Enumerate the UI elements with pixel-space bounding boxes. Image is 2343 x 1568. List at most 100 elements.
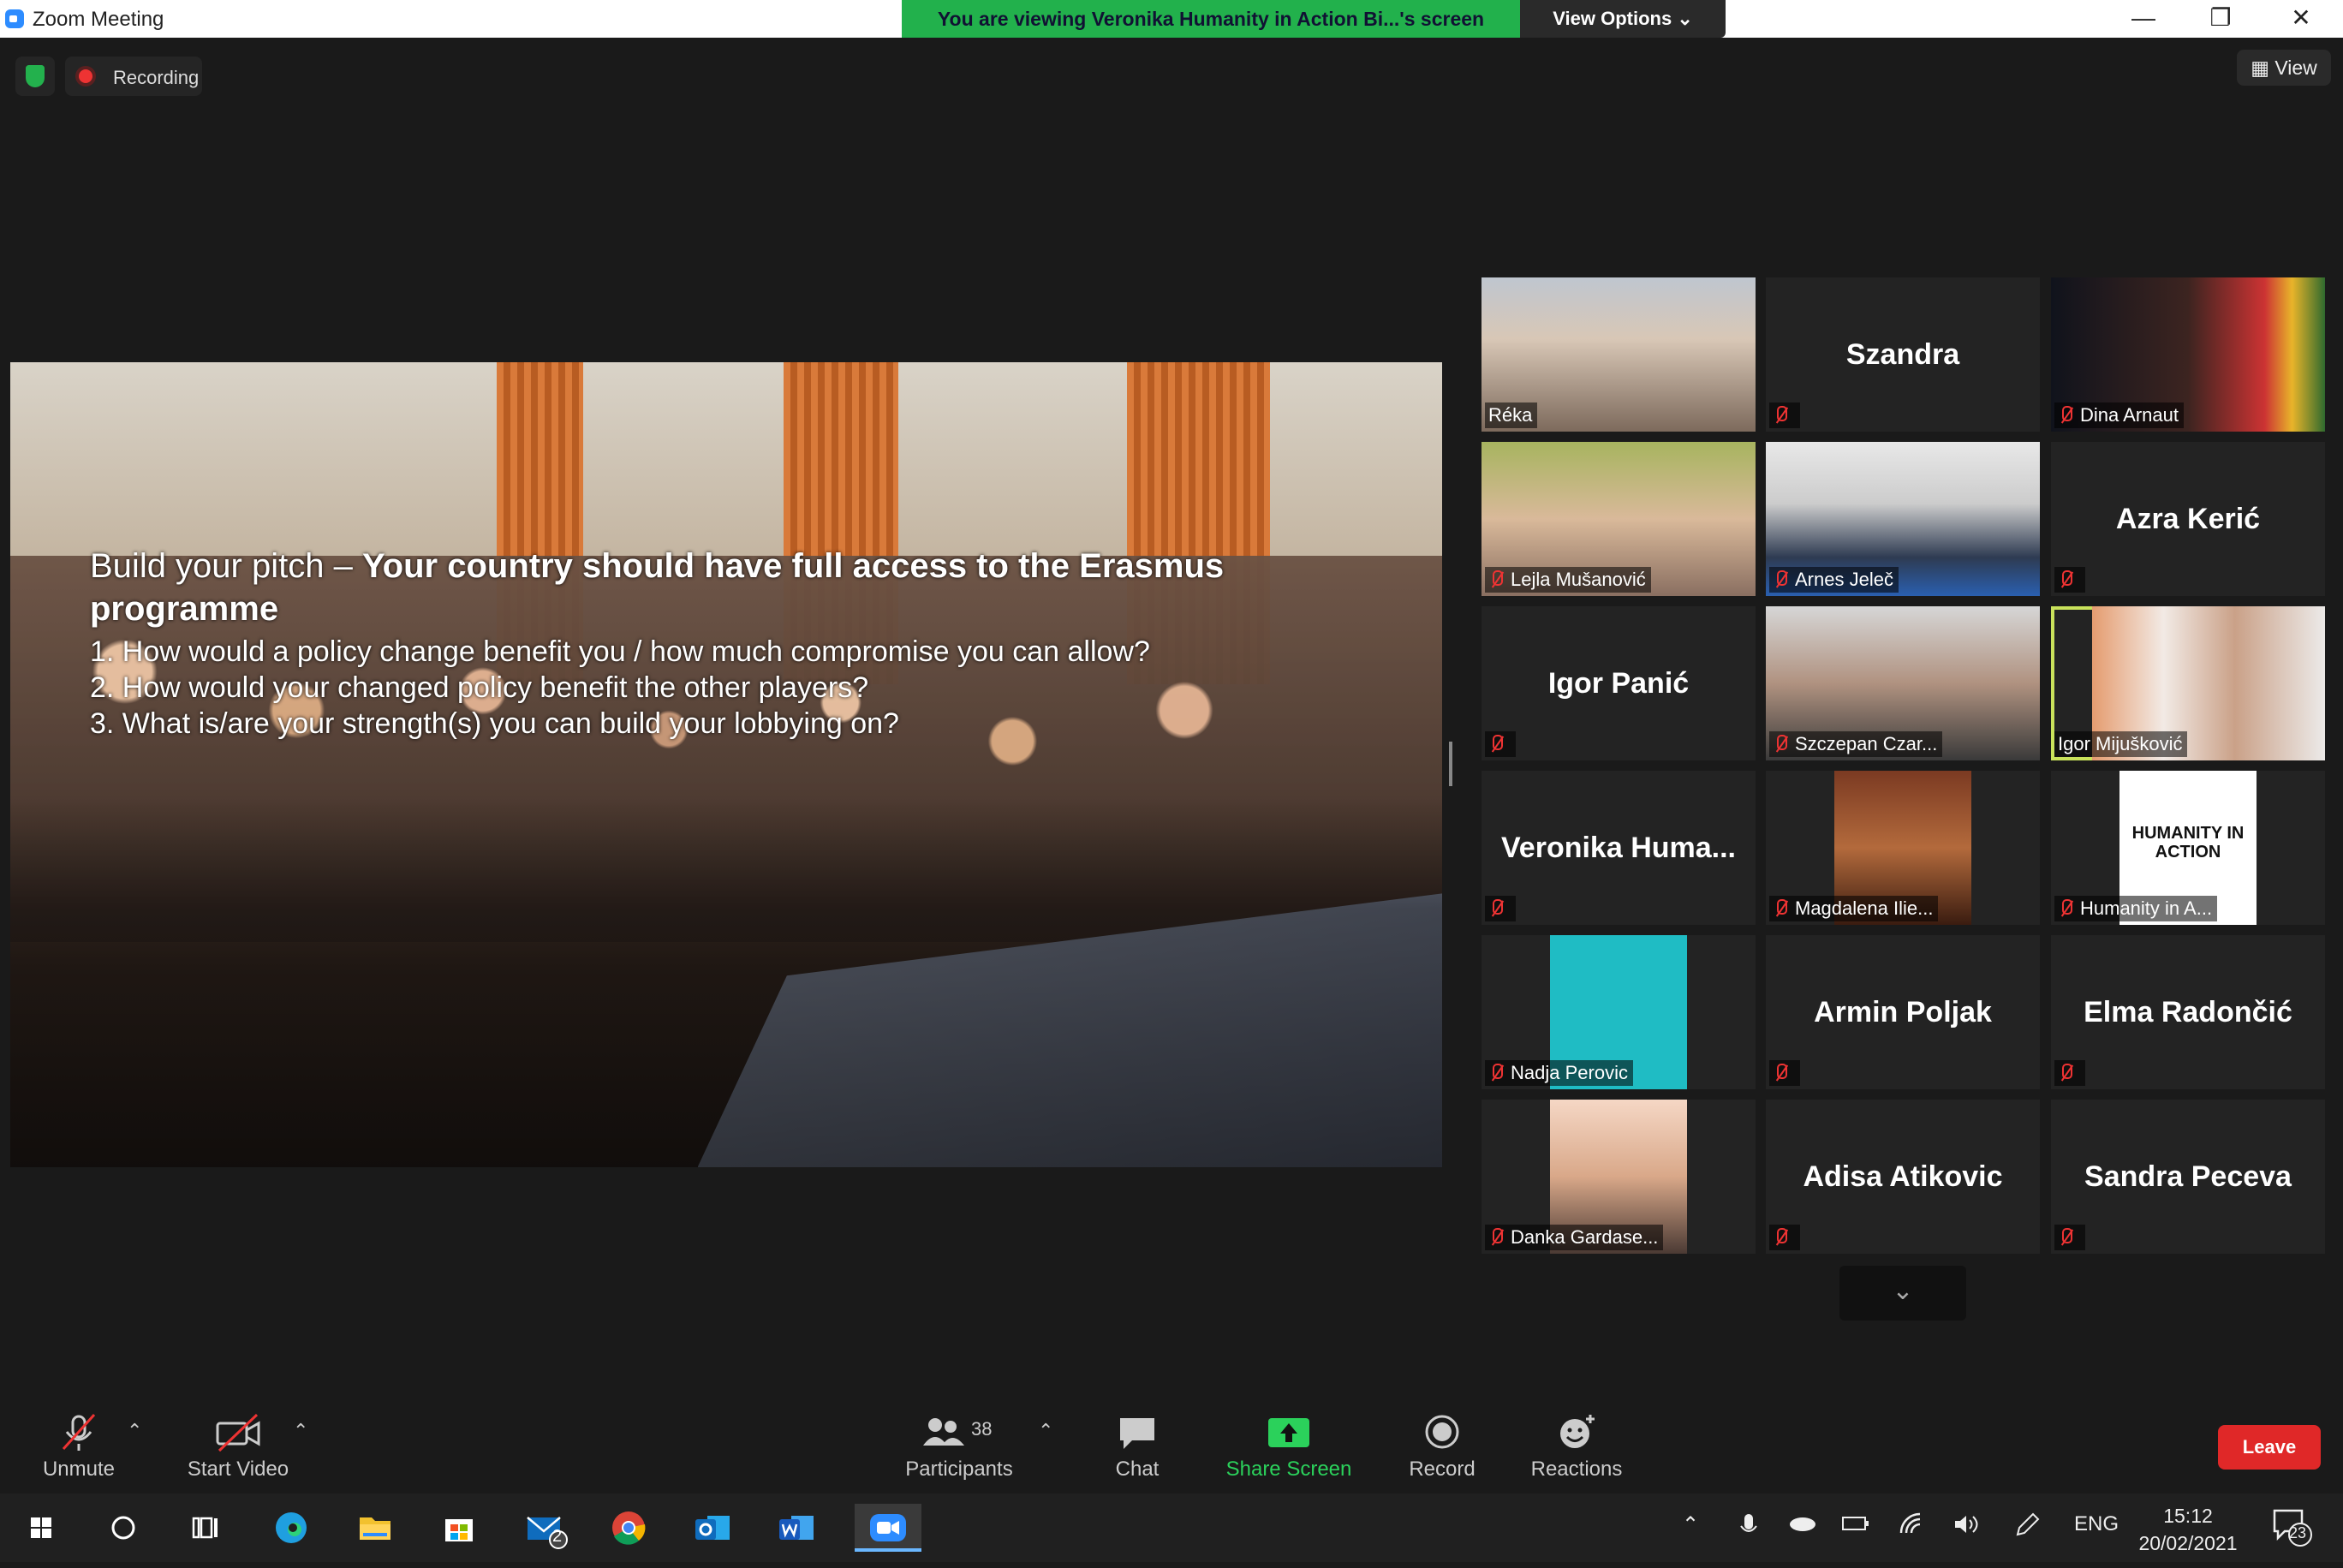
- participant-label: [2054, 1225, 2085, 1250]
- participant-tile[interactable]: Réka: [1482, 277, 1756, 432]
- leave-button[interactable]: Leave: [2218, 1425, 2321, 1470]
- window-title: Zoom Meeting: [33, 8, 164, 31]
- reactions-icon: [1551, 1413, 1602, 1452]
- participant-tile[interactable]: Szandra: [1766, 277, 2040, 432]
- file-explorer-icon[interactable]: [351, 1504, 399, 1552]
- share-screen-label: Share Screen: [1225, 1458, 1352, 1481]
- participant-name: Sandra Peceva: [2084, 1160, 2292, 1193]
- share-screen-button[interactable]: Share Screen: [1225, 1413, 1353, 1482]
- participant-tile[interactable]: Nadja Perovic: [1482, 935, 1756, 1089]
- windows-start-icon[interactable]: [17, 1504, 65, 1552]
- start-video-label: Start Video: [187, 1458, 289, 1481]
- participant-tile[interactable]: Sandra Peceva: [2051, 1100, 2325, 1254]
- mail-badge: 2: [552, 1527, 563, 1546]
- recording-indicator[interactable]: Recording: [65, 57, 202, 96]
- participant-tile[interactable]: HUMANITY IN ACTION Humanity in A...: [2051, 771, 2325, 925]
- reactions-button[interactable]: Reactions: [1529, 1413, 1624, 1482]
- tray-overflow-icon[interactable]: ⌃: [1682, 1512, 1699, 1537]
- mic-muted-icon: [53, 1413, 104, 1452]
- participant-tile[interactable]: Magdalena Ilie...: [1766, 771, 2040, 925]
- participant-name: Szandra: [1845, 337, 1960, 371]
- start-video-button[interactable]: Start Video: [178, 1413, 298, 1482]
- slide-text: Build your pitch – Your country should h…: [90, 545, 1374, 742]
- participant-label: Nadja Perovic: [1485, 1060, 1633, 1086]
- participant-label: [1769, 1060, 1800, 1086]
- participant-tile[interactable]: Szczepan Czar...: [1766, 606, 2040, 760]
- mic-muted-icon: [1773, 1064, 1788, 1082]
- split-divider-handle[interactable]: [1449, 742, 1452, 786]
- participant-label: Magdalena Ilie...: [1769, 896, 1939, 921]
- chat-button[interactable]: Chat: [1105, 1413, 1170, 1482]
- mic-muted-icon: [1773, 899, 1788, 918]
- outlook-icon[interactable]: [689, 1504, 736, 1552]
- participant-label-text: Lejla Mušanović: [1511, 569, 1646, 590]
- participant-tile[interactable]: Azra Kerić: [2051, 442, 2325, 596]
- participant-name: Elma Radončić: [2084, 995, 2292, 1028]
- participant-label-text: Arnes Jeleč: [1795, 569, 1893, 590]
- clock[interactable]: 15:12 20/02/2021: [2115, 1502, 2261, 1557]
- mic-muted-icon: [2058, 406, 2073, 425]
- unmute-button[interactable]: Unmute: [27, 1413, 130, 1482]
- volume-icon[interactable]: [1952, 1512, 1982, 1542]
- participant-tile[interactable]: Igor Mijušković: [2051, 606, 2325, 760]
- mic-muted-icon: [1773, 1228, 1788, 1247]
- security-shield-icon[interactable]: [15, 57, 55, 96]
- participant-tile[interactable]: Arnes Jeleč: [1766, 442, 2040, 596]
- participant-label: Lejla Mušanović: [1485, 567, 1651, 593]
- task-view-icon[interactable]: [182, 1504, 230, 1552]
- participants-button[interactable]: 38 Participants: [891, 1413, 1028, 1482]
- edge-icon[interactable]: [267, 1504, 315, 1552]
- battery-icon[interactable]: [1841, 1512, 1870, 1539]
- microphone-tray-icon[interactable]: [1738, 1512, 1759, 1547]
- onedrive-icon[interactable]: [1788, 1512, 1817, 1539]
- mic-muted-icon: [1488, 570, 1504, 589]
- wifi-icon[interactable]: [1898, 1512, 1927, 1542]
- record-dot-icon: [79, 69, 92, 83]
- mic-muted-icon: [2058, 1228, 2073, 1247]
- participant-tile[interactable]: Danka Gardase...: [1482, 1100, 1756, 1254]
- participant-tile[interactable]: Veronika Huma...: [1482, 771, 1756, 925]
- record-label: Record: [1409, 1458, 1476, 1481]
- participant-tile[interactable]: Lejla Mušanović: [1482, 442, 1756, 596]
- clock-date: 20/02/2021: [2138, 1532, 2238, 1554]
- view-button[interactable]: ▦ View: [2237, 50, 2331, 86]
- mic-muted-icon: [2058, 570, 2073, 589]
- notifications-icon[interactable]: 23: [2271, 1505, 2314, 1554]
- participant-tile[interactable]: Dina Arnaut: [2051, 277, 2325, 432]
- slide-item: 3. What is/are your strength(s) you can …: [90, 707, 899, 740]
- store-icon[interactable]: [435, 1504, 483, 1552]
- chrome-icon[interactable]: [605, 1504, 653, 1552]
- gallery-next-page-button[interactable]: ⌄: [1839, 1266, 1966, 1321]
- chat-icon: [1112, 1413, 1163, 1452]
- video-options-caret[interactable]: ⌃: [293, 1420, 308, 1442]
- participant-label: [1769, 402, 1800, 428]
- participant-tile[interactable]: Elma Radončić: [2051, 935, 2325, 1089]
- mail-icon[interactable]: 2: [521, 1504, 569, 1552]
- record-button[interactable]: Record: [1404, 1413, 1480, 1482]
- participant-label: Arnes Jeleč: [1769, 567, 1899, 593]
- maximize-button[interactable]: ❐: [2182, 0, 2259, 38]
- zoom-taskbar-icon[interactable]: [855, 1504, 921, 1552]
- audio-options-caret[interactable]: ⌃: [127, 1420, 142, 1442]
- participant-label-text: Danka Gardase...: [1511, 1226, 1659, 1248]
- participant-tile[interactable]: Igor Panić: [1482, 606, 1756, 760]
- participant-label: Dina Arnaut: [2054, 402, 2184, 428]
- participants-label: Participants: [905, 1458, 1013, 1481]
- view-options-button[interactable]: View Options ⌄: [1520, 0, 1726, 38]
- search-circle-icon[interactable]: [99, 1504, 147, 1552]
- minimize-button[interactable]: —: [2105, 0, 2182, 38]
- word-icon[interactable]: [772, 1504, 820, 1552]
- close-button[interactable]: ✕: [2263, 0, 2340, 38]
- mic-muted-icon: [1488, 1228, 1504, 1247]
- record-icon: [1416, 1413, 1468, 1452]
- participant-label: [2054, 567, 2085, 593]
- mic-muted-icon: [1488, 899, 1504, 918]
- pen-icon[interactable]: [2012, 1512, 2042, 1544]
- screen-share-banner: You are viewing Veronika Humanity in Act…: [902, 0, 1520, 38]
- participant-tile[interactable]: Adisa Atikovic: [1766, 1100, 2040, 1254]
- participant-tile[interactable]: Armin Poljak: [1766, 935, 2040, 1089]
- participant-name: Adisa Atikovic: [1803, 1160, 2003, 1193]
- slide-list: 1. How would a policy change benefit you…: [90, 634, 1374, 742]
- language-indicator[interactable]: ENG: [2074, 1512, 2119, 1536]
- participants-options-caret[interactable]: ⌃: [1038, 1420, 1053, 1442]
